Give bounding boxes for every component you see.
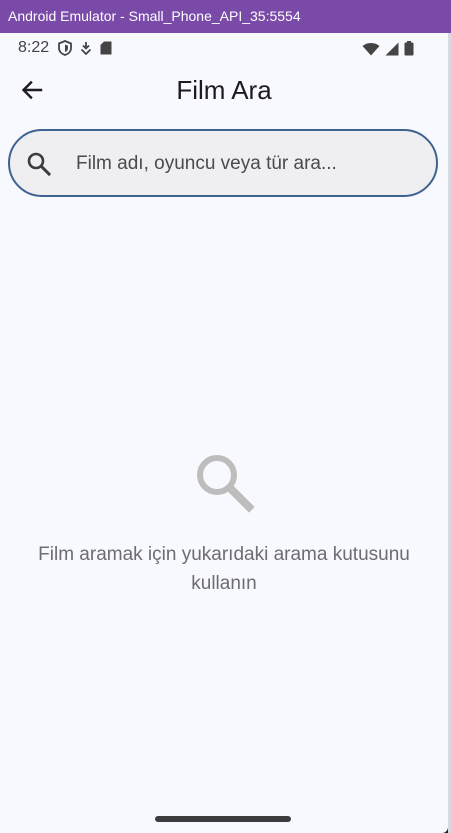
status-icons-left xyxy=(58,40,112,61)
status-time: 8:22 xyxy=(18,39,50,56)
home-indicator[interactable] xyxy=(155,816,291,822)
search-icon xyxy=(0,451,448,513)
empty-state-message: Film aramak için yukarıdaki arama kutusu… xyxy=(38,544,410,594)
page-title: Film Ara xyxy=(176,75,272,105)
emulator-window-title: Android Emulator - Small_Phone_API_35:55… xyxy=(0,0,451,33)
phone-screen: 8:22 Film Ara Film adı, oyuncu veya tür … xyxy=(0,33,448,833)
empty-state: Film aramak için yukarıdaki arama kutusu… xyxy=(0,451,448,598)
status-bar: 8:22 xyxy=(0,33,448,63)
wifi-icon xyxy=(362,42,380,61)
download-icon xyxy=(80,41,92,60)
search-icon xyxy=(26,151,52,177)
search-bar[interactable] xyxy=(8,129,438,197)
search-input[interactable] xyxy=(74,131,418,197)
signal-icon xyxy=(385,42,399,61)
battery-icon xyxy=(404,41,414,61)
shield-icon xyxy=(58,40,72,61)
app-bar: Film Ara xyxy=(0,63,448,119)
sd-card-icon xyxy=(100,41,112,60)
status-icons-right xyxy=(362,41,414,61)
